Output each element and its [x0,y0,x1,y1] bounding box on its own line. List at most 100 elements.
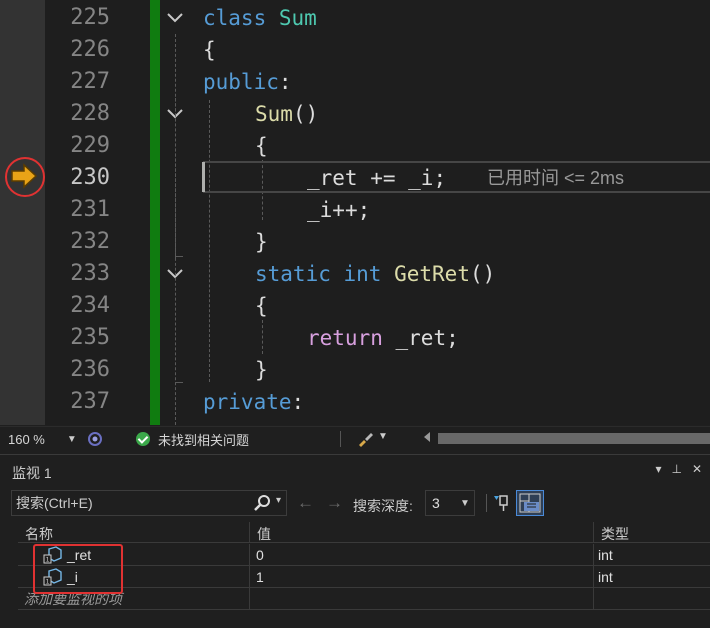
identifier: _ret [395,326,447,350]
scrollbar-thumb[interactable] [438,433,710,444]
hex-display-toggle[interactable] [516,490,544,516]
chevron-down-icon: ▼ [66,433,77,445]
fold-guide [175,98,176,258]
current-line-highlight [203,161,710,193]
code-line-236[interactable]: } [255,354,268,386]
zoom-level: 160 % [8,431,45,447]
fold-chevron-icon[interactable] [163,2,187,34]
punctuation: ; [433,166,447,190]
punctuation: : [291,390,305,414]
depth-value: 3 [432,495,440,511]
keyword: static [255,262,331,286]
line-number: 228 [70,101,110,126]
line-number: 232 [70,229,110,254]
code-line-234[interactable]: { [255,290,268,322]
keyword: return [307,326,383,350]
fold-guide-end [175,382,183,383]
line-number: 236 [70,357,110,382]
code-line-232[interactable]: } [255,226,268,258]
code-health-icon[interactable] [86,430,104,448]
editor-status-bar: 160 % ▼ 未找到相关问题 ▼ [0,426,710,450]
code-line-226[interactable]: { [203,34,216,66]
line-number: 233 [70,261,110,286]
issues-text: 未找到相关问题 [158,432,250,448]
change-tracking-bar [150,0,160,425]
annotation-box [33,544,123,594]
code-line-231[interactable]: _i++; [307,194,370,226]
line-number: 237 [70,389,110,414]
depth-select[interactable]: 3 ▼ [425,490,475,516]
column-header-type[interactable]: 类型 [593,522,710,542]
panel-controls: ▾ ⊥ ✕ [655,462,702,476]
line-number: 235 [70,325,110,350]
glyph-margin[interactable] [0,0,45,425]
code-line-228[interactable]: Sum() [255,98,318,130]
keyword: int [343,262,382,286]
chevron-down-icon[interactable]: ▼ [378,431,388,442]
watch-panel: 监视 1 ▾ ⊥ ✕ ▾ ← → 搜索深度: 3 ▼ [0,454,710,628]
issues-indicator[interactable]: 未找到相关问题 [136,430,249,448]
perf-tip[interactable]: 已用时间 <= 2ms [487,165,624,191]
keyword: public [203,70,279,94]
punctuation: ; [446,326,459,350]
operator: += [357,166,409,190]
panel-menu-icon[interactable]: ▾ [655,462,661,476]
execution-arrow-icon[interactable] [10,163,38,189]
identifier: _ret [307,166,358,190]
line-number-gutter: 225 226 227 228 229 230 231 232 233 234 … [45,0,110,425]
search-input[interactable] [16,493,246,513]
horizontal-scrollbar[interactable] [438,433,710,444]
fold-guide-end [175,256,183,257]
punctuation: : [278,70,292,94]
pin-icon[interactable] [492,492,514,514]
code-editor[interactable]: 225 226 227 228 229 230 231 232 233 234 … [0,0,710,425]
line-number: 226 [70,37,110,62]
identifier: _i [408,166,434,190]
line-number: 225 [70,5,110,30]
variable-value[interactable]: 0 [256,547,264,563]
class-name: Sum [278,6,317,30]
column-header-value[interactable]: 值 [249,522,593,542]
code-line-227[interactable]: public: [203,66,292,98]
text-caret [202,162,205,192]
chevron-down-icon: ▼ [460,498,470,509]
code-line-233[interactable]: static int GetRet() [255,258,495,290]
indent-guide [209,100,210,382]
search-icon[interactable] [252,494,272,512]
arrow-right-icon[interactable]: → [326,493,343,513]
operator: ++; [332,198,371,222]
watch-grid: 名称 值 类型 1 _ret 0 int 1 _i 1 int 添加要监视的项 [18,522,710,628]
brush-icon[interactable] [355,430,375,448]
scroll-left-icon[interactable] [424,432,430,442]
code-line-237[interactable]: private: [203,386,304,418]
arrow-left-icon[interactable]: ← [297,493,314,513]
line-number: 229 [70,133,110,158]
check-icon [136,432,150,446]
divider [486,494,487,512]
watch-toolbar: ▾ ← → 搜索深度: 3 ▼ [0,486,710,518]
line-number: 231 [70,197,110,222]
code-line-235[interactable]: return _ret; [307,322,459,354]
punctuation: () [469,262,496,286]
divider [340,431,341,447]
close-icon[interactable]: ✕ [692,462,702,476]
variable-type: int [598,569,613,585]
code-line-230[interactable]: _ret += _i; [307,162,446,194]
function-name: GetRet [394,262,470,286]
code-line-225[interactable]: class Sum [203,2,317,34]
punctuation: () [292,102,319,126]
code-line-229[interactable]: { [255,130,268,162]
line-number: 227 [70,69,110,94]
pin-panel-icon[interactable]: ⊥ [671,462,681,476]
indent-guide [262,320,263,354]
variable-value[interactable]: 1 [256,569,264,585]
search-box[interactable]: ▾ [11,490,287,516]
column-header-name[interactable]: 名称 [18,522,249,542]
grid-header: 名称 值 类型 [18,522,710,543]
zoom-dropdown[interactable]: 160 % ▼ [8,430,77,448]
keyword: class [203,6,267,30]
hex-icon [519,493,541,513]
identifier: _i [307,198,333,222]
function-name: Sum [255,102,293,126]
chevron-down-icon[interactable]: ▾ [276,495,281,506]
